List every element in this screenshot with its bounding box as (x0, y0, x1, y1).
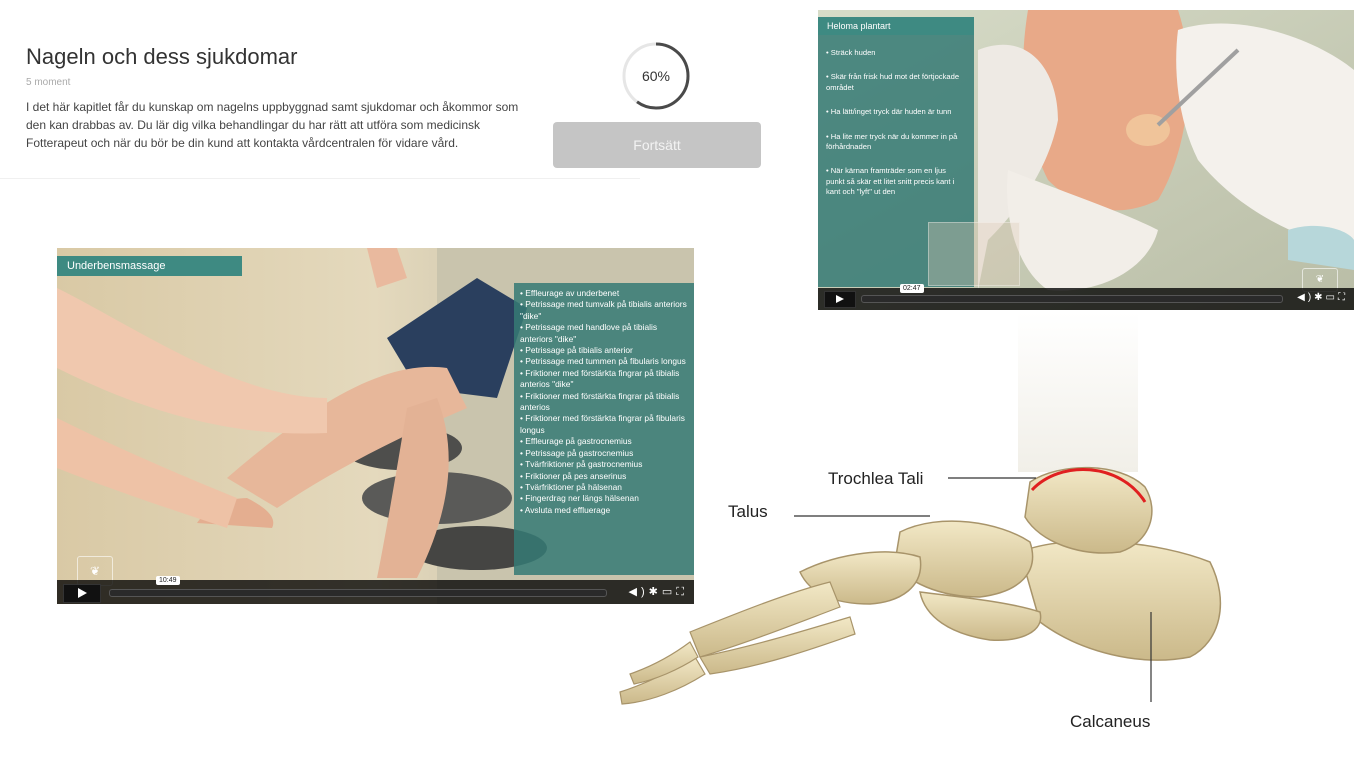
label-trochlea-tali: Trochlea Tali (828, 469, 924, 488)
time-tooltip: 02:47 (900, 284, 924, 293)
step-item: • Skär från frisk hud mot det förtjockad… (826, 72, 960, 92)
video-controls: 02:47 ◀)✱▭⛶ (818, 284, 1354, 310)
time-tooltip: 10:49 (156, 576, 180, 585)
divider (0, 178, 640, 179)
volume-icon[interactable]: ◀) (1297, 292, 1314, 303)
video-player-underbensmassage[interactable]: Underbensmassage • Effleurage av underbe… (57, 248, 694, 604)
seek-bar[interactable]: 10:49 (109, 576, 607, 597)
course-title: Nageln och dess sjukdomar (26, 44, 298, 69)
step-item: • Effleurage av underbenet (520, 288, 620, 298)
video-title: Heloma plantart (818, 17, 974, 35)
step-item: • Ha lätt/inget tryck där huden är tunn (826, 107, 952, 117)
seek-bar[interactable]: 02:47 (861, 284, 1283, 303)
course-description: I det här kapitlet får du kunskap om nag… (26, 100, 519, 150)
pip-icon[interactable]: ▭ (1326, 292, 1338, 303)
preview-thumbnail (928, 222, 1020, 286)
control-icons: ◀)✱▭⛶ (1297, 292, 1348, 303)
gear-icon[interactable]: ✱ (1314, 292, 1325, 303)
continue-button[interactable]: Fortsätt (553, 122, 761, 168)
play-button[interactable] (824, 291, 856, 308)
course-card: Nageln och dess sjukdomar 5 moment I det… (0, 0, 800, 195)
fullscreen-icon[interactable]: ⛶ (1338, 292, 1348, 303)
progress-percent: 60% (641, 68, 671, 84)
video-controls: 10:49 ◀)✱▭⛶ (57, 576, 694, 604)
step-item: • Ha lite mer tryck när du kommer in på … (826, 131, 958, 152)
label-talus: Talus (728, 502, 768, 521)
step-item: • Sträck huden (826, 48, 876, 57)
steps-list: • Sträck huden • Skär från frisk hud mot … (826, 48, 966, 198)
moment-count: 5 moment (26, 77, 71, 88)
label-calcaneus: Calcaneus (1070, 712, 1151, 731)
video-title: Underbensmassage (57, 256, 242, 276)
foot-anatomy-illustration: Trochlea Tali Talus Calcaneus (600, 312, 1363, 775)
step-item: • När kärnan framträder som en ljus punk… (826, 166, 955, 197)
play-button[interactable] (63, 584, 101, 603)
foot-bones-drawing (619, 312, 1222, 705)
video-player-heloma[interactable]: Heloma plantart • Sträck huden • Skär frå… (818, 10, 1354, 310)
